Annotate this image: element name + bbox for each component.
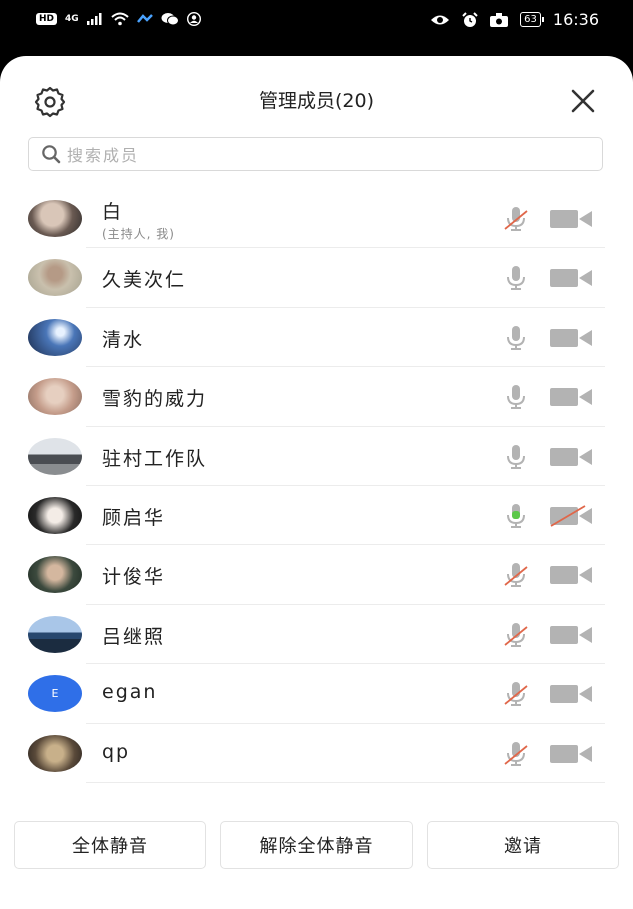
- camera-icon[interactable]: [549, 386, 593, 408]
- avatar: [28, 259, 82, 297]
- avatar: [28, 615, 82, 653]
- camera-status-icon: [490, 12, 509, 27]
- hd-badge: HD: [36, 13, 58, 25]
- mute-all-button[interactable]: 全体静音: [14, 821, 206, 869]
- mic-icon[interactable]: [502, 264, 530, 292]
- member-row[interactable]: 吕继照: [0, 605, 633, 665]
- mic-icon[interactable]: [502, 383, 530, 411]
- invite-button[interactable]: 邀请: [427, 821, 619, 869]
- camera-icon[interactable]: [549, 327, 593, 349]
- search-input[interactable]: 搜索成员: [28, 137, 603, 171]
- mic-muted-icon[interactable]: [502, 205, 530, 233]
- wifi-icon: [111, 12, 129, 26]
- member-name: 顾启华: [102, 506, 166, 529]
- mic-icon[interactable]: [502, 324, 530, 352]
- member-name: qp: [102, 740, 131, 763]
- account-icon: [186, 12, 201, 26]
- member-row[interactable]: qp: [0, 724, 633, 783]
- search-placeholder: 搜索成员: [67, 146, 140, 165]
- member-row[interactable]: 雪豹的威力: [0, 367, 633, 427]
- app-notification-icon: [136, 14, 153, 23]
- avatar: [28, 437, 82, 475]
- member-role-note: (主持人, 我): [102, 227, 175, 241]
- member-row[interactable]: 久美次仁: [0, 248, 633, 308]
- battery-indicator: 63: [520, 12, 544, 27]
- mic-muted-icon[interactable]: [502, 680, 530, 708]
- wechat-icon: [161, 13, 179, 26]
- avatar: [28, 734, 82, 772]
- avatar: [28, 496, 82, 534]
- avatar: [28, 200, 82, 237]
- member-name: 吕继照: [102, 625, 166, 648]
- member-name: egan: [102, 681, 158, 704]
- avatar: E: [28, 675, 82, 713]
- camera-icon[interactable]: [549, 208, 593, 230]
- divider: [86, 781, 605, 783]
- member-name: 白: [102, 201, 124, 223]
- clock: 16:36: [552, 10, 599, 29]
- avatar: [28, 378, 82, 416]
- mic-icon[interactable]: [502, 443, 530, 471]
- sheet-header: 管理成员(20): [0, 56, 633, 142]
- close-icon[interactable]: [569, 87, 597, 115]
- member-row[interactable]: 驻村工作队: [0, 427, 633, 486]
- member-name: 计俊华: [102, 566, 166, 589]
- unmute-all-button[interactable]: 解除全体静音: [220, 821, 413, 869]
- alarm-icon: [462, 11, 478, 27]
- camera-icon[interactable]: [549, 743, 593, 765]
- status-bar: HD 4G 63 16:36: [0, 0, 633, 40]
- member-row[interactable]: 白 (主持人, 我): [0, 189, 633, 249]
- avatar: [28, 556, 82, 594]
- camera-icon[interactable]: [549, 267, 593, 289]
- member-row[interactable]: 清水: [0, 308, 633, 368]
- mic-muted-icon[interactable]: [502, 740, 530, 768]
- camera-icon[interactable]: [549, 624, 593, 646]
- manage-members-sheet: 管理成员(20) 搜索成员 白 (主持人, 我) 久美次仁 清水 雪豹的威力 驻…: [0, 56, 633, 909]
- camera-icon[interactable]: [549, 564, 593, 586]
- eye-icon: [431, 15, 450, 24]
- network-label: 4G: [65, 14, 79, 24]
- member-row[interactable]: E egan: [0, 664, 633, 724]
- mic-muted-icon[interactable]: [502, 561, 530, 589]
- camera-off-icon[interactable]: [549, 505, 593, 527]
- mic-speaking-icon[interactable]: [502, 502, 530, 530]
- member-name: 雪豹的威力: [102, 388, 208, 411]
- member-name: 清水: [102, 328, 145, 351]
- signal-icon: [86, 13, 102, 25]
- search-icon: [42, 145, 61, 164]
- member-name: 久美次仁: [102, 269, 187, 292]
- member-row[interactable]: 计俊华: [0, 545, 633, 605]
- page-title: 管理成员(20): [258, 90, 374, 112]
- action-bar: 全体静音 解除全体静音 邀请: [0, 819, 633, 909]
- camera-icon[interactable]: [549, 683, 593, 705]
- avatar: [28, 318, 82, 356]
- member-list[interactable]: 白 (主持人, 我) 久美次仁 清水 雪豹的威力 驻村工作队 顾启华 计俊华 吕…: [0, 189, 633, 783]
- member-row[interactable]: 顾启华: [0, 486, 633, 546]
- member-name: 驻村工作队: [102, 447, 208, 470]
- camera-icon[interactable]: [549, 446, 593, 468]
- avatar-initial: E: [51, 687, 59, 701]
- mic-muted-icon[interactable]: [502, 621, 530, 649]
